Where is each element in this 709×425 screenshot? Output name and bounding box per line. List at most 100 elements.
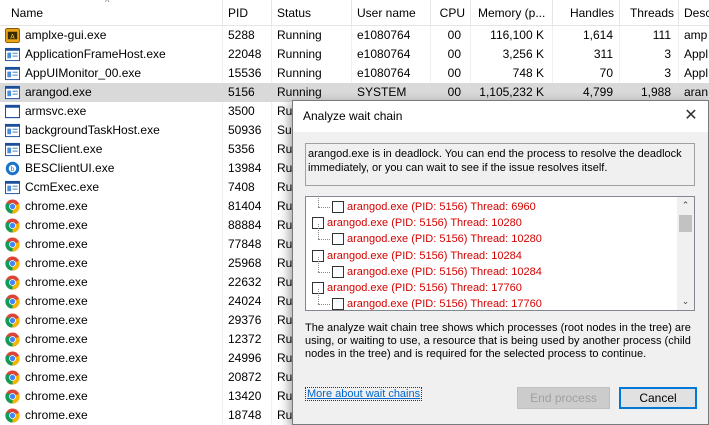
cell-pid: 5156 — [228, 85, 255, 99]
column-header-pid[interactable]: PID — [228, 0, 268, 26]
tree-connector — [318, 224, 319, 240]
tree-item-label[interactable]: arangod.exe (PID: 5156) Thread: 17760 — [347, 296, 542, 310]
cell-pid: 50936 — [228, 123, 262, 137]
cell-name: chrome.exe — [25, 332, 88, 346]
blank-window-icon — [4, 104, 21, 119]
cell-pid: 15536 — [228, 66, 262, 80]
tree-scrollbar[interactable]: ⌃ ⌄ — [677, 197, 694, 310]
cell-name: CcmExec.exe — [25, 180, 100, 194]
tree-item-label[interactable]: arangod.exe (PID: 5156) Thread: 17760 — [327, 280, 522, 296]
cell-user: e1080764 — [357, 47, 411, 61]
amplxe-app-icon: A — [5, 28, 20, 43]
scroll-thumb[interactable] — [679, 215, 692, 232]
cell-pid: 29376 — [228, 313, 262, 327]
cell-pid: 24024 — [228, 294, 262, 308]
cell-memory: 116,100 K — [490, 28, 544, 42]
tree-connector — [318, 271, 330, 273]
cell-pid: 12372 — [228, 332, 262, 346]
tree-connector — [318, 289, 319, 305]
tree-item-checkbox[interactable] — [332, 233, 344, 246]
tree-item-label[interactable]: arangod.exe (PID: 5156) Thread: 10280 — [327, 215, 522, 231]
tree-item-checkbox[interactable] — [332, 298, 344, 310]
cell-name: ApplicationFrameHost.exe — [25, 47, 166, 61]
tree-item-checkbox[interactable] — [332, 201, 344, 213]
cancel-button[interactable]: Cancel — [619, 387, 697, 409]
svg-text:b: b — [10, 165, 14, 173]
tree-item-label[interactable]: arangod.exe (PID: 5156) Thread: 10284 — [347, 264, 542, 280]
column-header-handles[interactable]: Handles — [556, 0, 614, 26]
wait-chain-description: The analyze wait chain tree shows which … — [305, 322, 691, 360]
column-header-user-name[interactable]: User name — [357, 0, 427, 26]
cell-threads: 111 — [652, 28, 671, 42]
cell-pid: 20872 — [228, 370, 262, 384]
chrome-icon — [5, 199, 20, 214]
scroll-up-icon[interactable]: ⌃ — [677, 197, 694, 214]
cell-desc: amp — [684, 28, 708, 42]
cell-name: armsvc.exe — [25, 104, 87, 118]
cell-threads: 3 — [664, 47, 671, 61]
tree-item-label[interactable]: arangod.exe (PID: 5156) Thread: 10284 — [327, 248, 522, 264]
cell-name: AppUIMonitor_00.exe — [25, 66, 142, 80]
cell-status: Running — [277, 66, 322, 80]
deadlock-message: arangod.exe is in deadlock. You can end … — [305, 143, 695, 186]
dialog-title-bar[interactable]: Analyze wait chain ✕ — [293, 101, 708, 132]
column-header-status[interactable]: Status — [277, 0, 347, 26]
window-app-icon — [5, 47, 20, 62]
cell-pid: 88884 — [228, 218, 262, 232]
cell-name: chrome.exe — [25, 218, 88, 232]
cell-handles: 70 — [599, 66, 613, 80]
window-app-icon — [5, 180, 20, 195]
column-header-memory[interactable]: Memory (p... — [478, 0, 550, 26]
end-process-button[interactable]: End process — [517, 387, 610, 409]
tree-connector — [318, 239, 330, 241]
table-row[interactable]: Aamplxe-gui.exe 5288 Running e1080764 00 116,… — [0, 26, 709, 45]
tree-item-label[interactable]: arangod.exe (PID: 5156) Thread: 6960 — [347, 199, 536, 215]
cell-threads: 3 — [664, 66, 671, 80]
tree-item-checkbox[interactable] — [332, 265, 344, 278]
close-icon[interactable]: ✕ — [678, 104, 704, 128]
cell-name: backgroundTaskHost.exe — [25, 123, 160, 137]
dialog-title: Analyze wait chain — [303, 109, 403, 123]
cell-pid: 81404 — [228, 199, 262, 213]
chrome-icon — [5, 218, 20, 233]
cell-pid: 22048 — [228, 47, 262, 61]
column-header-name[interactable]: Name — [11, 0, 211, 26]
cell-pid: 3500 — [228, 104, 255, 118]
cell-name: amplxe-gui.exe — [25, 28, 107, 42]
column-header-description[interactable]: Desc — [684, 0, 709, 26]
scroll-down-icon[interactable]: ⌄ — [677, 293, 694, 310]
cell-memory: 3,256 K — [502, 47, 544, 61]
cell-user: e1080764 — [357, 66, 411, 80]
chrome-icon — [5, 389, 20, 404]
window-app-icon — [5, 85, 20, 100]
window-app-icon — [5, 123, 20, 138]
tree-item-label[interactable]: arangod.exe (PID: 5156) Thread: 10280 — [347, 231, 542, 247]
bes-client-ui-icon: b — [5, 161, 20, 176]
table-row[interactable]: AppUIMonitor_00.exe 15536 Running e1080764 0… — [0, 64, 709, 83]
table-row[interactable]: ApplicationFrameHost.exe 22048 Running e108… — [0, 45, 709, 64]
column-header-cpu[interactable]: CPU — [432, 0, 465, 26]
cell-pid: 22632 — [228, 275, 262, 289]
cell-name: chrome.exe — [25, 351, 88, 365]
cell-name: chrome.exe — [25, 237, 88, 251]
cell-cpu: 00 — [447, 28, 461, 42]
cell-name: chrome.exe — [25, 199, 88, 213]
cell-memory: 748 K — [512, 66, 544, 80]
wait-chain-tree[interactable]: ⌃ ⌄ arangod.exe (PID: 5156) Thread: 6960… — [305, 196, 695, 311]
cell-handles: 1,614 — [582, 28, 613, 42]
chrome-icon — [5, 332, 20, 347]
window-app-icon — [5, 66, 20, 81]
cell-name: chrome.exe — [25, 389, 88, 403]
tree-connector — [318, 207, 330, 208]
chrome-icon — [5, 294, 20, 309]
cell-cpu: 00 — [447, 66, 461, 80]
cell-name: chrome.exe — [25, 313, 88, 327]
window-app-icon — [5, 142, 20, 157]
cell-user: e1080764 — [357, 28, 411, 42]
column-header-threads[interactable]: Threads — [622, 0, 674, 26]
more-about-wait-chains-link[interactable]: More about wait chains — [305, 387, 423, 401]
cell-pid: 77848 — [228, 237, 262, 251]
cell-name: chrome.exe — [25, 256, 88, 270]
cell-cpu: 00 — [447, 47, 461, 61]
cell-desc: Appl — [684, 47, 709, 61]
